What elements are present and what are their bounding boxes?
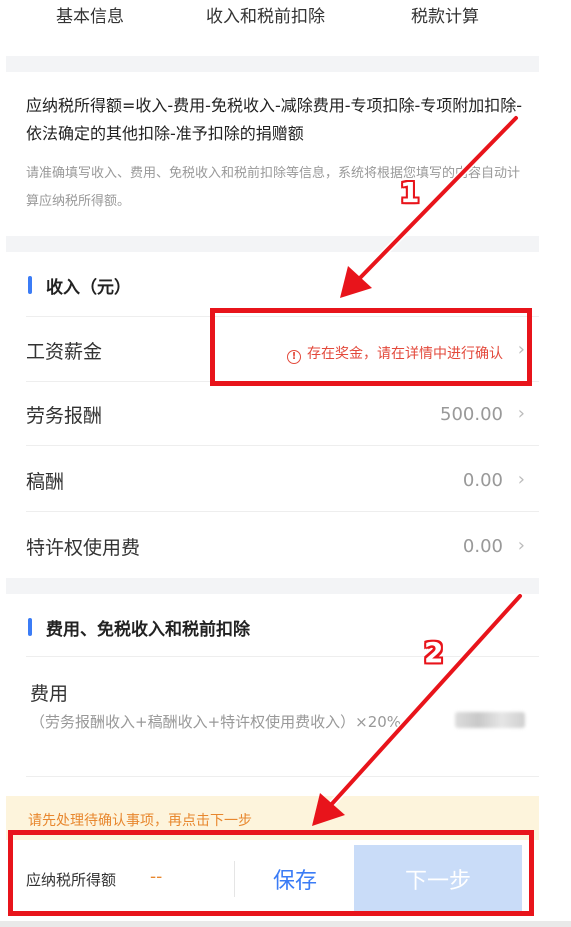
annotation-arrows <box>312 114 524 826</box>
annotation-marker-1: 1 <box>400 176 420 209</box>
annotation-marker-2: 2 <box>424 636 444 669</box>
